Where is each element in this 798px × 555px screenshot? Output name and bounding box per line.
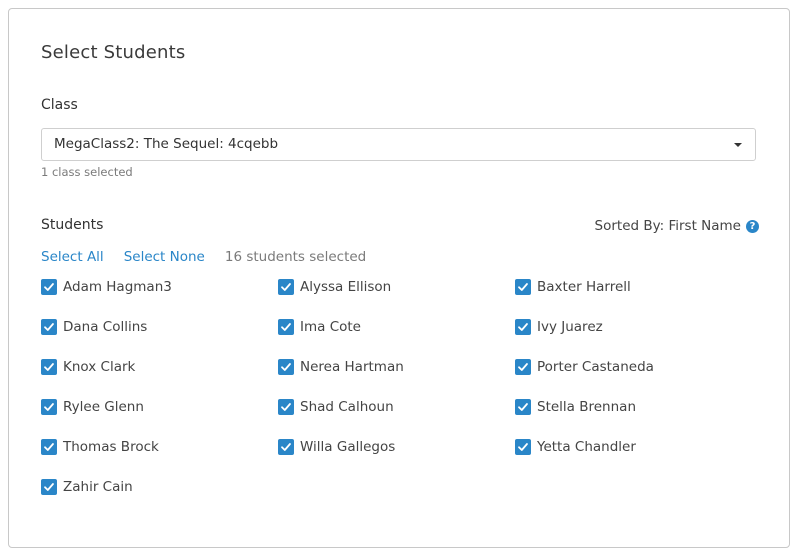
checkmark-icon	[518, 363, 528, 371]
student-checkbox-item[interactable]: Thomas Brock	[41, 438, 278, 478]
checkbox[interactable]	[515, 439, 531, 455]
checkbox[interactable]	[515, 319, 531, 335]
sort-indicator: Sorted By: First Name ?	[595, 218, 759, 234]
student-checkbox-item[interactable]: Zahir Cain	[41, 478, 278, 518]
student-checkbox-item[interactable]: Baxter Harrell	[515, 278, 752, 318]
checkmark-icon	[281, 363, 291, 371]
student-name: Rylee Glenn	[63, 399, 144, 415]
checkmark-icon	[44, 403, 54, 411]
checkbox[interactable]	[278, 399, 294, 415]
sorted-by-label: Sorted By: First Name	[594, 218, 741, 234]
student-checkbox-item[interactable]: Knox Clark	[41, 358, 278, 398]
student-checkbox-item[interactable]: Ima Cote	[278, 318, 515, 358]
checkbox[interactable]	[278, 279, 294, 295]
students-label: Students	[41, 217, 104, 233]
student-checkbox-item[interactable]: Shad Calhoun	[278, 398, 515, 438]
checkbox[interactable]	[41, 279, 57, 295]
student-checkbox-item[interactable]: Willa Gallegos	[278, 438, 515, 478]
student-checkbox-item[interactable]: Dana Collins	[41, 318, 278, 358]
caret-down-icon	[734, 143, 742, 147]
student-name: Willa Gallegos	[300, 439, 396, 455]
checkmark-icon	[281, 443, 291, 451]
student-name: Ima Cote	[300, 319, 361, 335]
checkmark-icon	[44, 443, 54, 451]
student-checkbox-item[interactable]: Porter Castaneda	[515, 358, 752, 398]
student-name: Ivy Juarez	[537, 319, 603, 335]
checkmark-icon	[518, 403, 528, 411]
question-circle-icon[interactable]: ?	[746, 219, 759, 233]
checkbox[interactable]	[41, 319, 57, 335]
selected-count: 16 students selected	[224, 249, 367, 265]
checkmark-icon	[518, 443, 528, 451]
student-name: Alyssa Ellison	[300, 279, 392, 295]
student-checkbox-item[interactable]: Ivy Juarez	[515, 318, 752, 358]
class-label: Class	[41, 97, 78, 113]
checkbox[interactable]	[278, 359, 294, 375]
class-select[interactable]: MegaClass2: The Sequel: 4cqebb	[41, 128, 756, 161]
select-students-panel: Select Students Class MegaClass2: The Se…	[8, 8, 790, 548]
student-checkbox-item[interactable]: Yetta Chandler	[515, 438, 752, 478]
student-checkbox-item[interactable]: Alyssa Ellison	[278, 278, 515, 318]
student-checkbox-item[interactable]: Nerea Hartman	[278, 358, 515, 398]
student-name: Zahir Cain	[63, 479, 133, 495]
checkmark-icon	[44, 363, 54, 371]
checkmark-icon	[44, 483, 54, 491]
checkbox[interactable]	[41, 359, 57, 375]
student-name: Baxter Harrell	[537, 279, 631, 295]
class-select-value: MegaClass2: The Sequel: 4cqebb	[54, 136, 279, 152]
student-name: Dana Collins	[63, 319, 148, 335]
checkmark-icon	[281, 323, 291, 331]
checkmark-icon	[518, 323, 528, 331]
student-name: Thomas Brock	[63, 439, 159, 455]
checkmark-icon	[518, 283, 528, 291]
checkbox[interactable]	[41, 399, 57, 415]
checkbox[interactable]	[278, 439, 294, 455]
student-name: Yetta Chandler	[537, 439, 636, 455]
select-all-link[interactable]: Select All	[41, 249, 104, 265]
checkmark-icon	[44, 283, 54, 291]
checkbox[interactable]	[515, 279, 531, 295]
student-checkbox-item[interactable]: Stella Brennan	[515, 398, 752, 438]
student-checkbox-item[interactable]: Rylee Glenn	[41, 398, 278, 438]
student-name: Stella Brennan	[537, 399, 636, 415]
class-selected-hint: 1 class selected	[41, 165, 133, 179]
checkbox[interactable]	[515, 399, 531, 415]
checkbox[interactable]	[515, 359, 531, 375]
checkbox[interactable]	[41, 479, 57, 495]
student-list: Adam Hagman3 Alyssa Ellison Baxter Harrell…	[41, 278, 781, 518]
checkbox[interactable]	[278, 319, 294, 335]
selection-links: Select All Select None 16 students selec…	[41, 249, 366, 265]
student-name: Porter Castaneda	[537, 359, 654, 375]
checkmark-icon	[281, 283, 291, 291]
select-none-link[interactable]: Select None	[124, 249, 205, 265]
student-name: Adam Hagman3	[63, 279, 172, 295]
student-name: Knox Clark	[63, 359, 136, 375]
student-name: Nerea Hartman	[300, 359, 404, 375]
student-name: Shad Calhoun	[300, 399, 394, 415]
checkmark-icon	[281, 403, 291, 411]
checkbox[interactable]	[41, 439, 57, 455]
panel-title: Select Students	[41, 42, 186, 63]
student-checkbox-item[interactable]: Adam Hagman3	[41, 278, 278, 318]
checkmark-icon	[44, 323, 54, 331]
